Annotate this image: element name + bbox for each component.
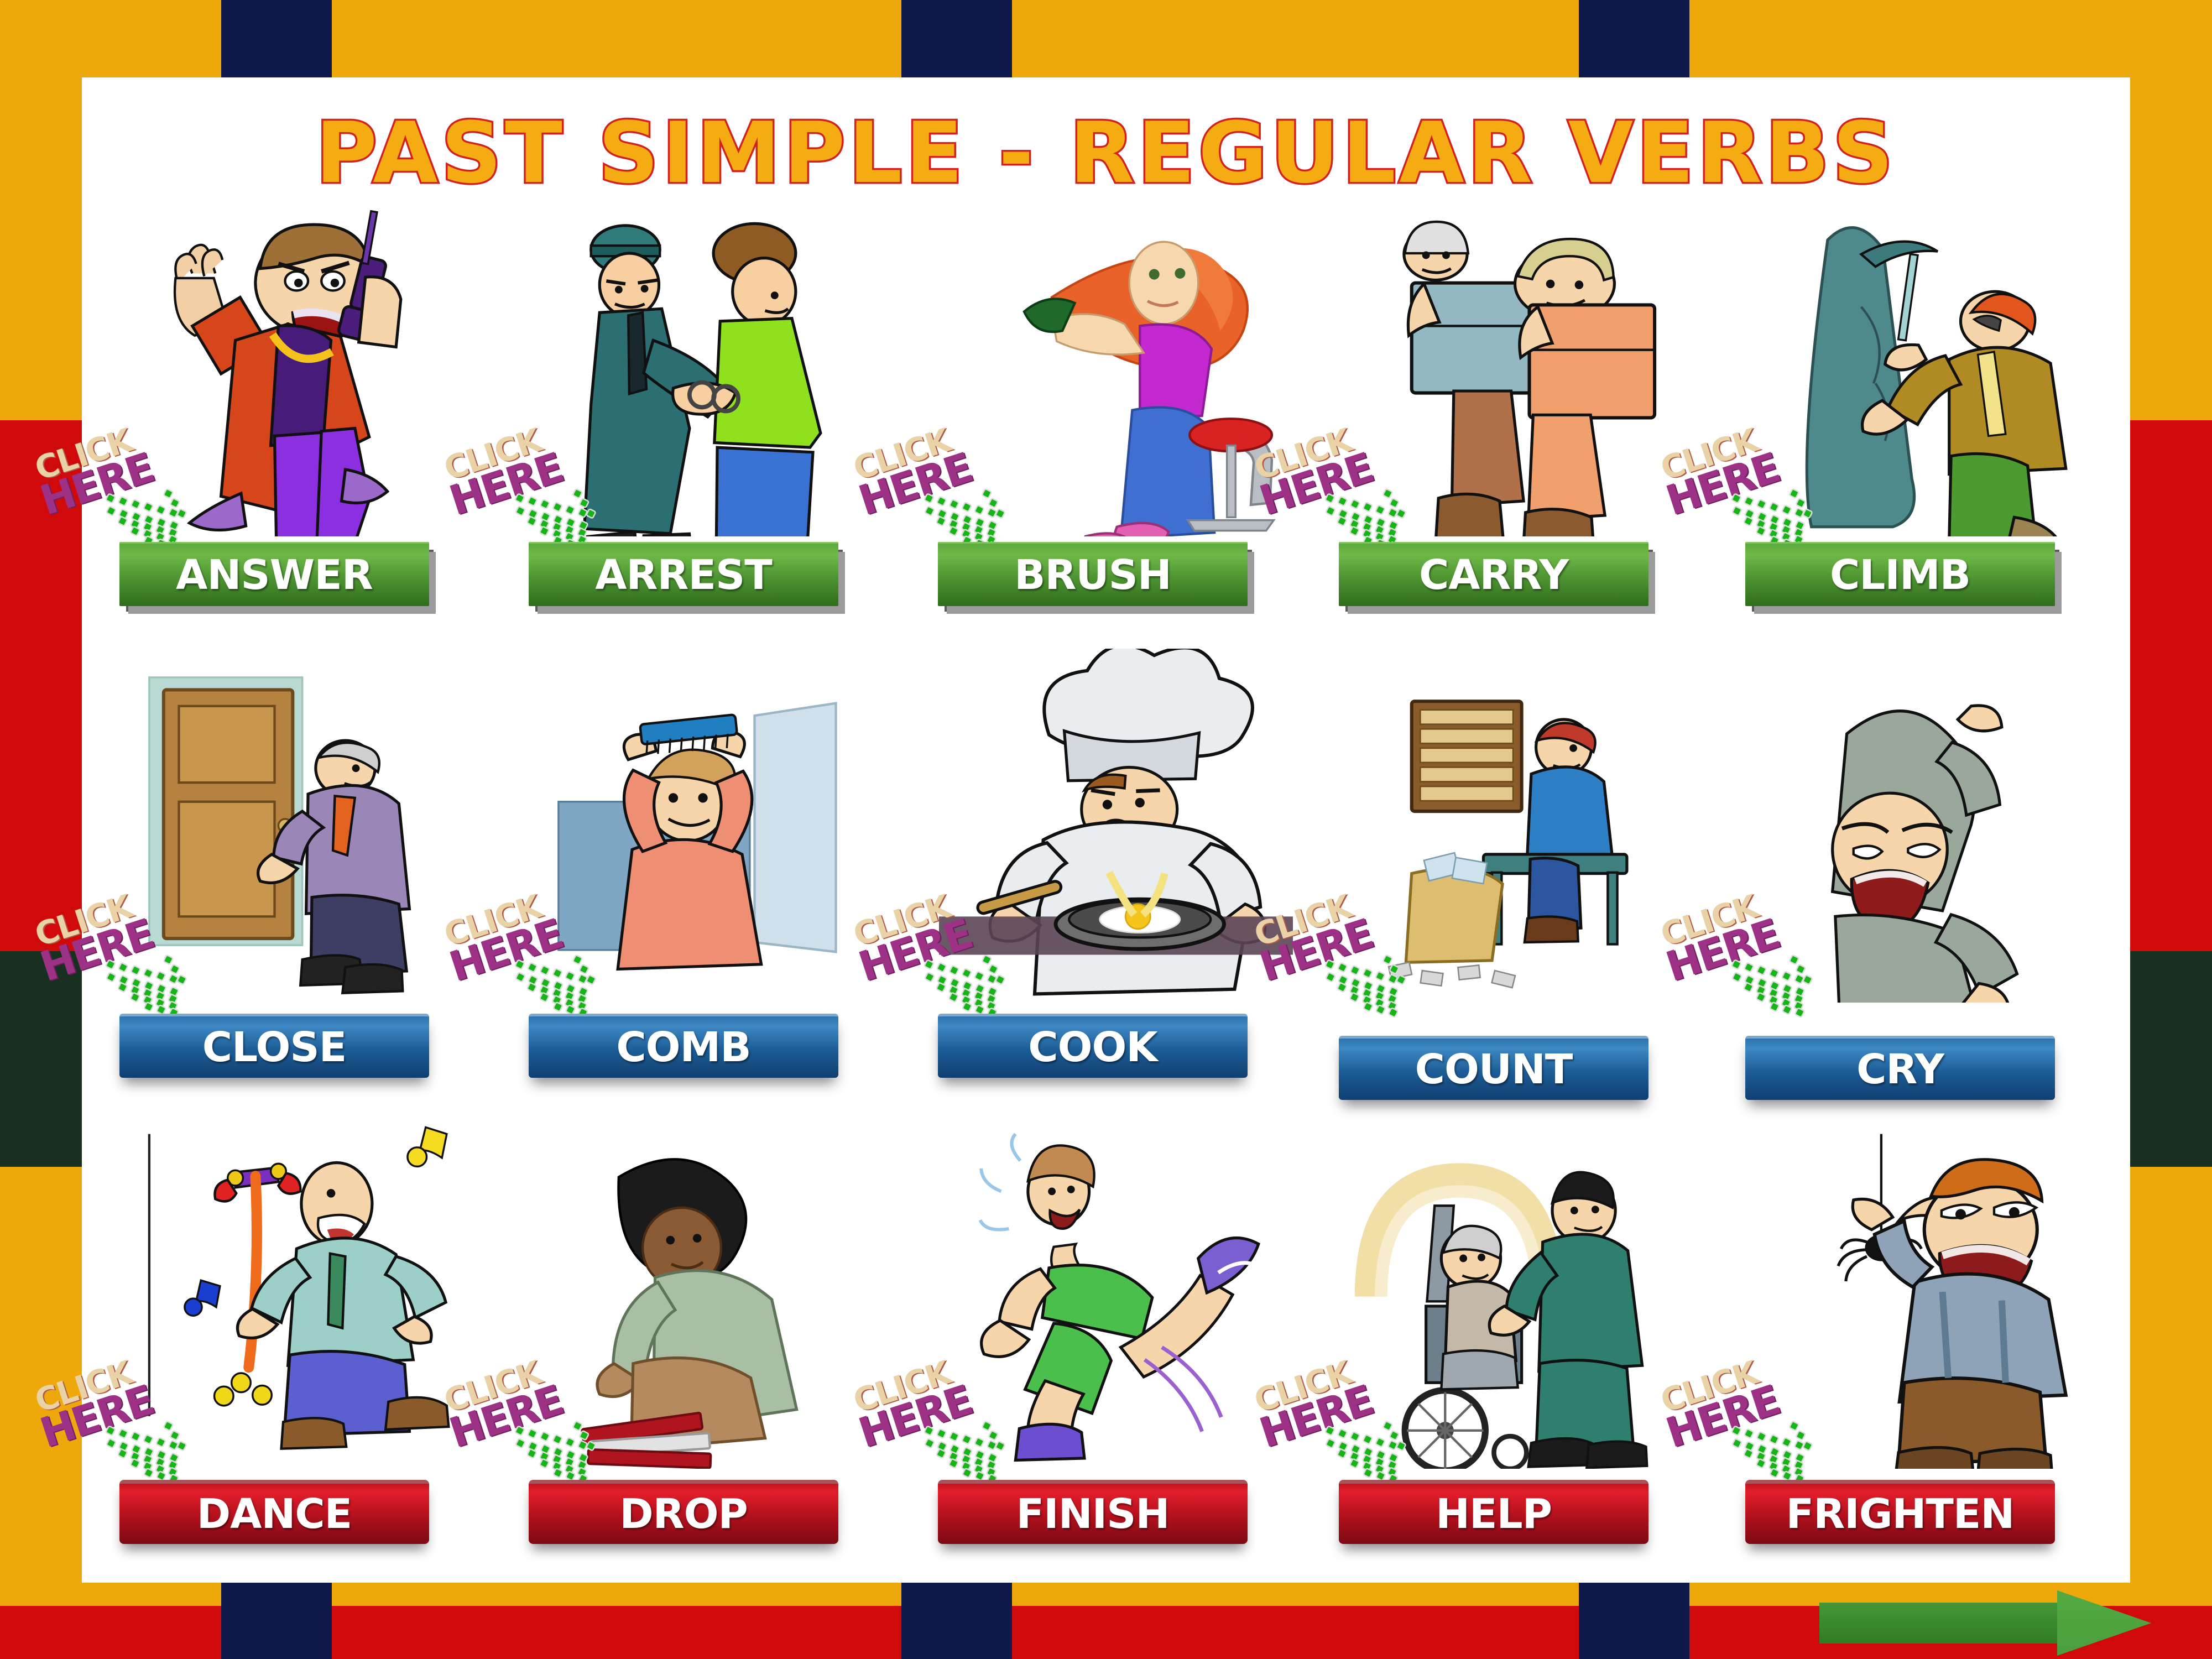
verb-button-carry[interactable]: CARRY: [1339, 542, 1648, 606]
verb-button-close[interactable]: CLOSE: [119, 1014, 429, 1078]
worksheet-page: PAST SIMPLE - REGULAR VERBS CLICK HERE A…: [30, 77, 2130, 1583]
verb-card-carry: CLICK HERE CARRY: [1250, 182, 1721, 649]
verb-button-label: FINISH: [1016, 1490, 1170, 1538]
verb-button-dance[interactable]: DANCE: [119, 1480, 429, 1544]
verb-button-cook[interactable]: COOK: [938, 1014, 1248, 1078]
top-border-block: [1579, 0, 1689, 77]
verb-button-label: DROP: [619, 1490, 748, 1538]
verb-card-count: CLICK HERE COUNT: [1250, 649, 1721, 1115]
verb-card-brush: CLICK HERE BRUSH: [849, 182, 1321, 649]
verb-card-frighten: CLICK HERE FRIGHTEN: [1656, 1115, 2128, 1581]
verb-button-arrest[interactable]: ARREST: [529, 542, 838, 606]
verb-button-help[interactable]: HELP: [1339, 1480, 1648, 1544]
verb-card-climb: CLICK HERE CLIMB: [1656, 182, 2128, 649]
top-border-block: [901, 0, 1012, 77]
verb-card-answer: CLICK HERE ANSWER: [30, 182, 502, 649]
verb-button-cry[interactable]: CRY: [1745, 1036, 2055, 1100]
verb-button-answer[interactable]: ANSWER: [119, 542, 429, 606]
verb-card-cook: CLICK HERE COOK: [849, 649, 1321, 1115]
verb-card-arrest: CLICK HERE ARREST: [440, 182, 911, 649]
verb-button-comb[interactable]: COMB: [529, 1014, 838, 1078]
verb-button-climb[interactable]: CLIMB: [1745, 542, 2055, 606]
verb-grid: CLICK HERE ANSWER CLICK HERE ARREST CLIC…: [30, 182, 2130, 1582]
verb-button-label: HELP: [1436, 1490, 1552, 1538]
verb-button-label: BRUSH: [1014, 551, 1172, 599]
verb-button-label: COOK: [1028, 1023, 1157, 1071]
bottom-border-block: [1579, 1583, 1689, 1659]
top-border-block: [221, 0, 332, 77]
right-border-strip: [2130, 0, 2212, 1659]
verb-card-comb: CLICK HERE COMB: [440, 649, 911, 1115]
verb-button-label: COUNT: [1415, 1045, 1573, 1093]
verb-button-frighten[interactable]: FRIGHTEN: [1745, 1480, 2055, 1544]
verb-button-brush[interactable]: BRUSH: [938, 542, 1248, 606]
verb-card-dance: CLICK HERE DANCE: [30, 1115, 502, 1581]
verb-button-finish[interactable]: FINISH: [938, 1480, 1248, 1544]
verb-button-label: FRIGHTEN: [1786, 1490, 2015, 1538]
verb-button-label: CLOSE: [202, 1023, 347, 1071]
top-border-strip: [0, 0, 2212, 77]
verb-card-close: CLICK HERE CLOSE: [30, 649, 502, 1115]
verb-button-label: CARRY: [1418, 551, 1569, 599]
verb-card-finish: CLICK HERE FINISH: [849, 1115, 1321, 1581]
verb-button-label: CLIMB: [1829, 551, 1971, 599]
verb-card-cry: CLICK HERE CRY: [1656, 649, 2128, 1115]
bottom-border-block: [221, 1583, 332, 1659]
verb-card-drop: CLICK HERE DROP: [440, 1115, 911, 1581]
verb-button-label: COMB: [616, 1023, 751, 1071]
slide-canvas: PAST SIMPLE - REGULAR VERBS CLICK HERE A…: [0, 0, 2212, 1659]
verb-button-label: CRY: [1856, 1045, 1944, 1093]
verb-button-label: ANSWER: [176, 551, 373, 599]
verb-button-drop[interactable]: DROP: [529, 1480, 838, 1544]
verb-button-label: DANCE: [196, 1490, 352, 1538]
verb-button-label: ARREST: [595, 551, 773, 599]
bottom-border-block: [901, 1583, 1012, 1659]
verb-card-help: CLICK HERE HELP: [1250, 1115, 1721, 1581]
verb-button-count[interactable]: COUNT: [1339, 1036, 1648, 1100]
next-slide-arrow[interactable]: [1819, 1590, 2151, 1656]
